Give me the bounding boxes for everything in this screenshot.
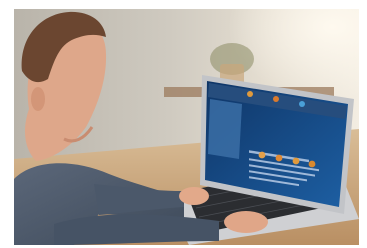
photo-illustration — [14, 9, 359, 245]
person-hand-left — [179, 187, 209, 205]
screen-side-image — [208, 99, 242, 159]
person-near-arm — [54, 214, 219, 245]
page — [0, 0, 367, 248]
laptop-photo — [14, 9, 359, 245]
person-hand-right — [224, 211, 268, 233]
person-ear — [31, 87, 45, 111]
